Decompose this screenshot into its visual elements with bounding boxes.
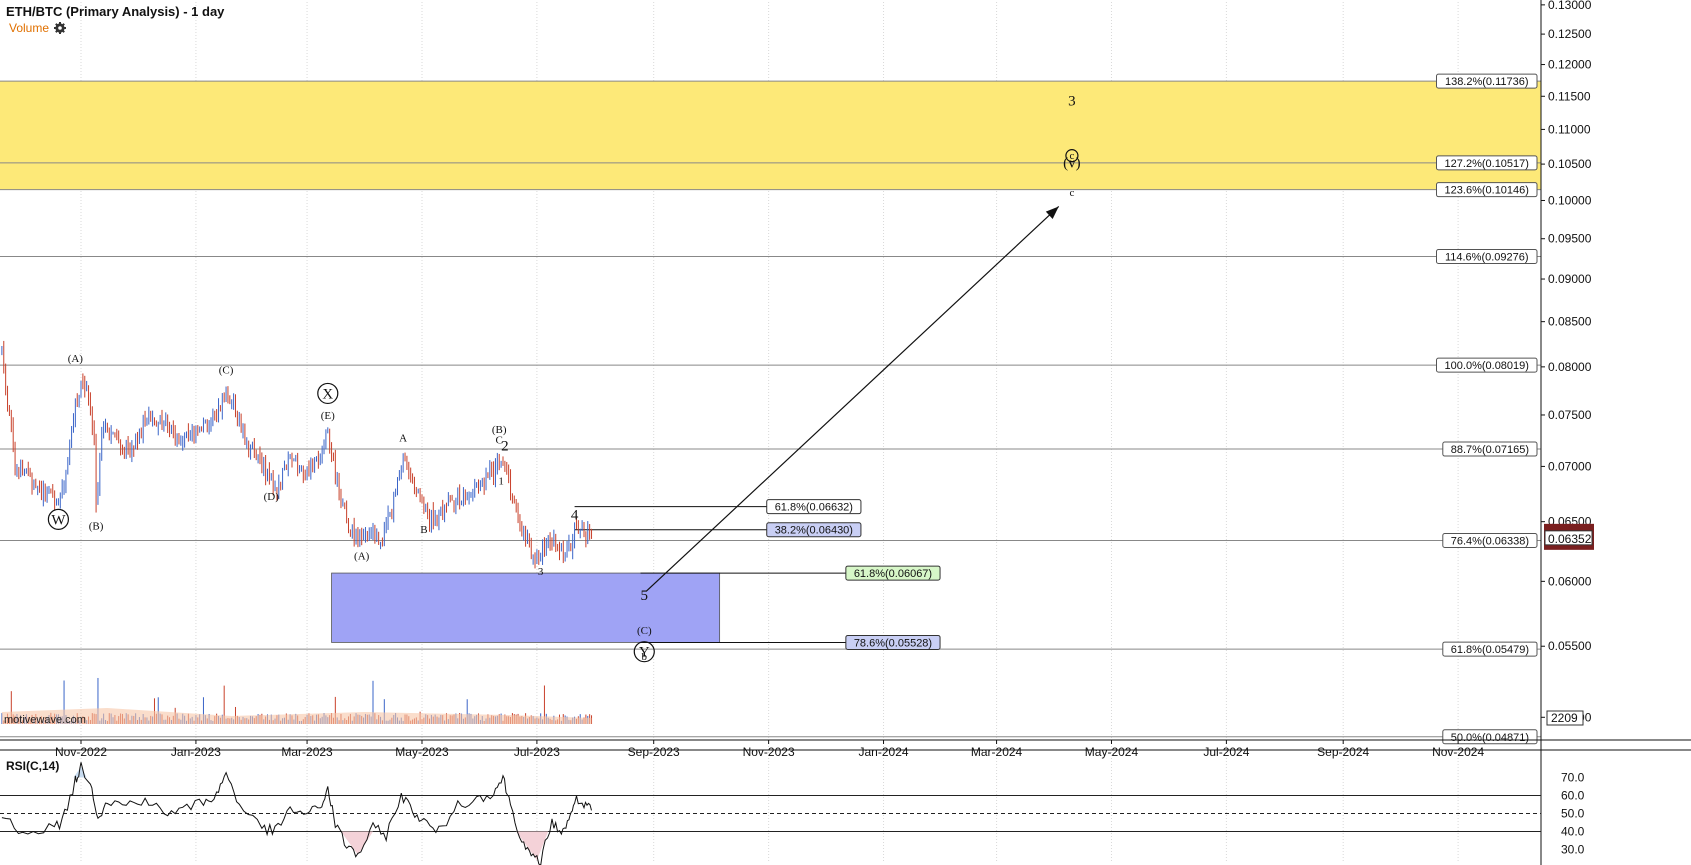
wave-label-minor: (C) [637,625,652,637]
wave-circle-label: W [51,512,66,528]
wave-circle-label: c [1069,150,1074,162]
fib-label: 50.0%(0.04871) [1451,732,1529,744]
fib-mid-label: 78.6%(0.05528) [854,637,932,649]
fib-label: 138.2%(0.11736) [1445,76,1529,88]
wave-label-major: 2 [501,439,509,455]
y-tick-label: 0.07000 [1548,459,1592,473]
x-tick-label: Jul-2024 [1203,745,1249,759]
y-tick-label: 0.11000 [1548,122,1591,136]
fib-mid-label: 38.2%(0.06430) [775,525,853,537]
y-tick-label: 0.13000 [1548,0,1592,12]
wave-label: (D) [264,491,280,503]
fib-mid-label: 61.8%(0.06067) [854,568,932,580]
y-tick-label: 0.08500 [1548,315,1592,329]
support-zone [331,572,721,643]
y-tick-label: 0.10000 [1548,193,1592,207]
wave-label: A [399,432,407,444]
x-tick-label: May-2023 [395,745,449,759]
x-tick-label: Jan-2023 [171,745,221,759]
rsi-tick-label: 30.0 [1561,842,1585,856]
wave-label: B [420,524,427,536]
wave-label: 1 [498,476,504,488]
y-tick-label: 0.09000 [1548,272,1592,286]
wave-label-major: 4 [571,507,579,523]
x-tick-label: Jul-2023 [514,745,560,759]
fib-label: 100.0%(0.08019) [1445,360,1529,372]
y-tick-label: 0.12500 [1548,27,1592,41]
wave-label: (E) [321,410,335,422]
x-tick-label: Nov-2024 [1432,745,1484,759]
fib-label: 76.4%(0.06338) [1451,535,1529,547]
wave-label: 3 [538,566,544,578]
x-tick-label: Mar-2023 [281,745,333,759]
wave-label: (C) [219,364,234,376]
rsi-title: RSI(C,14) [6,759,59,773]
target-zone [0,81,1541,190]
y-tick-label: 0.09500 [1548,232,1592,246]
wave-label: c [1069,187,1074,199]
y-tick-label: 0.10500 [1548,157,1592,171]
rsi-tick-label: 60.0 [1561,789,1585,803]
fib-mid-label: 61.8%(0.06632) [775,502,853,514]
fib-label: 127.2%(0.10517) [1445,158,1529,170]
rsi-tick-label: 40.0 [1561,824,1585,838]
wave-label: (A) [68,353,84,365]
chart-canvas[interactable]: 138.2%(0.11736) 127.2%(0.10517) 123.6%(0.1… [0,0,1691,865]
y-tick-label: 0.05500 [1548,639,1592,653]
x-tick-label: Jan-2024 [859,745,909,759]
rsi-tick-label: 70.0 [1561,771,1585,785]
watermark: motivewave.com [4,714,86,726]
fib-label: 88.7%(0.07165) [1451,444,1529,456]
y-tick-label: 0.06000 [1548,574,1592,588]
wave-label-major: 3 [1068,93,1076,109]
x-tick-label: Nov-2022 [55,745,107,759]
wave-circle-label: X [322,386,333,402]
y-tick-label: 0.11500 [1548,89,1591,103]
x-tick-label: Nov-2023 [743,745,795,759]
wave-label-major: 5 [641,588,649,604]
wave-label: (B) [89,521,104,533]
wave-label: (A) [354,550,370,562]
x-tick-label: Sep-2023 [628,745,680,759]
chart-title: ETH/BTC (Primary Analysis) - 1 day [6,4,225,19]
y-tick-label: 0.12000 [1548,58,1592,72]
x-tick-label: Mar-2024 [971,745,1023,759]
x-tick-label: Sep-2024 [1317,745,1369,759]
x-tick-label: May-2024 [1085,745,1139,759]
current-price-label: 0.06352 [1548,532,1592,546]
wave-circle-label: Y [639,645,650,661]
y-tick-label: 0.07500 [1548,408,1592,422]
y-tick-label: 0.08000 [1548,360,1592,374]
fib-label: 61.8%(0.05479) [1451,644,1529,656]
fib-label: 114.6%(0.09276) [1445,252,1529,264]
rsi-tick-label: 50.0 [1561,806,1585,820]
fib-label: 123.6%(0.10146) [1445,185,1529,197]
volume-label[interactable]: Volume [9,21,49,35]
volume-value: 2209 [1551,711,1578,725]
